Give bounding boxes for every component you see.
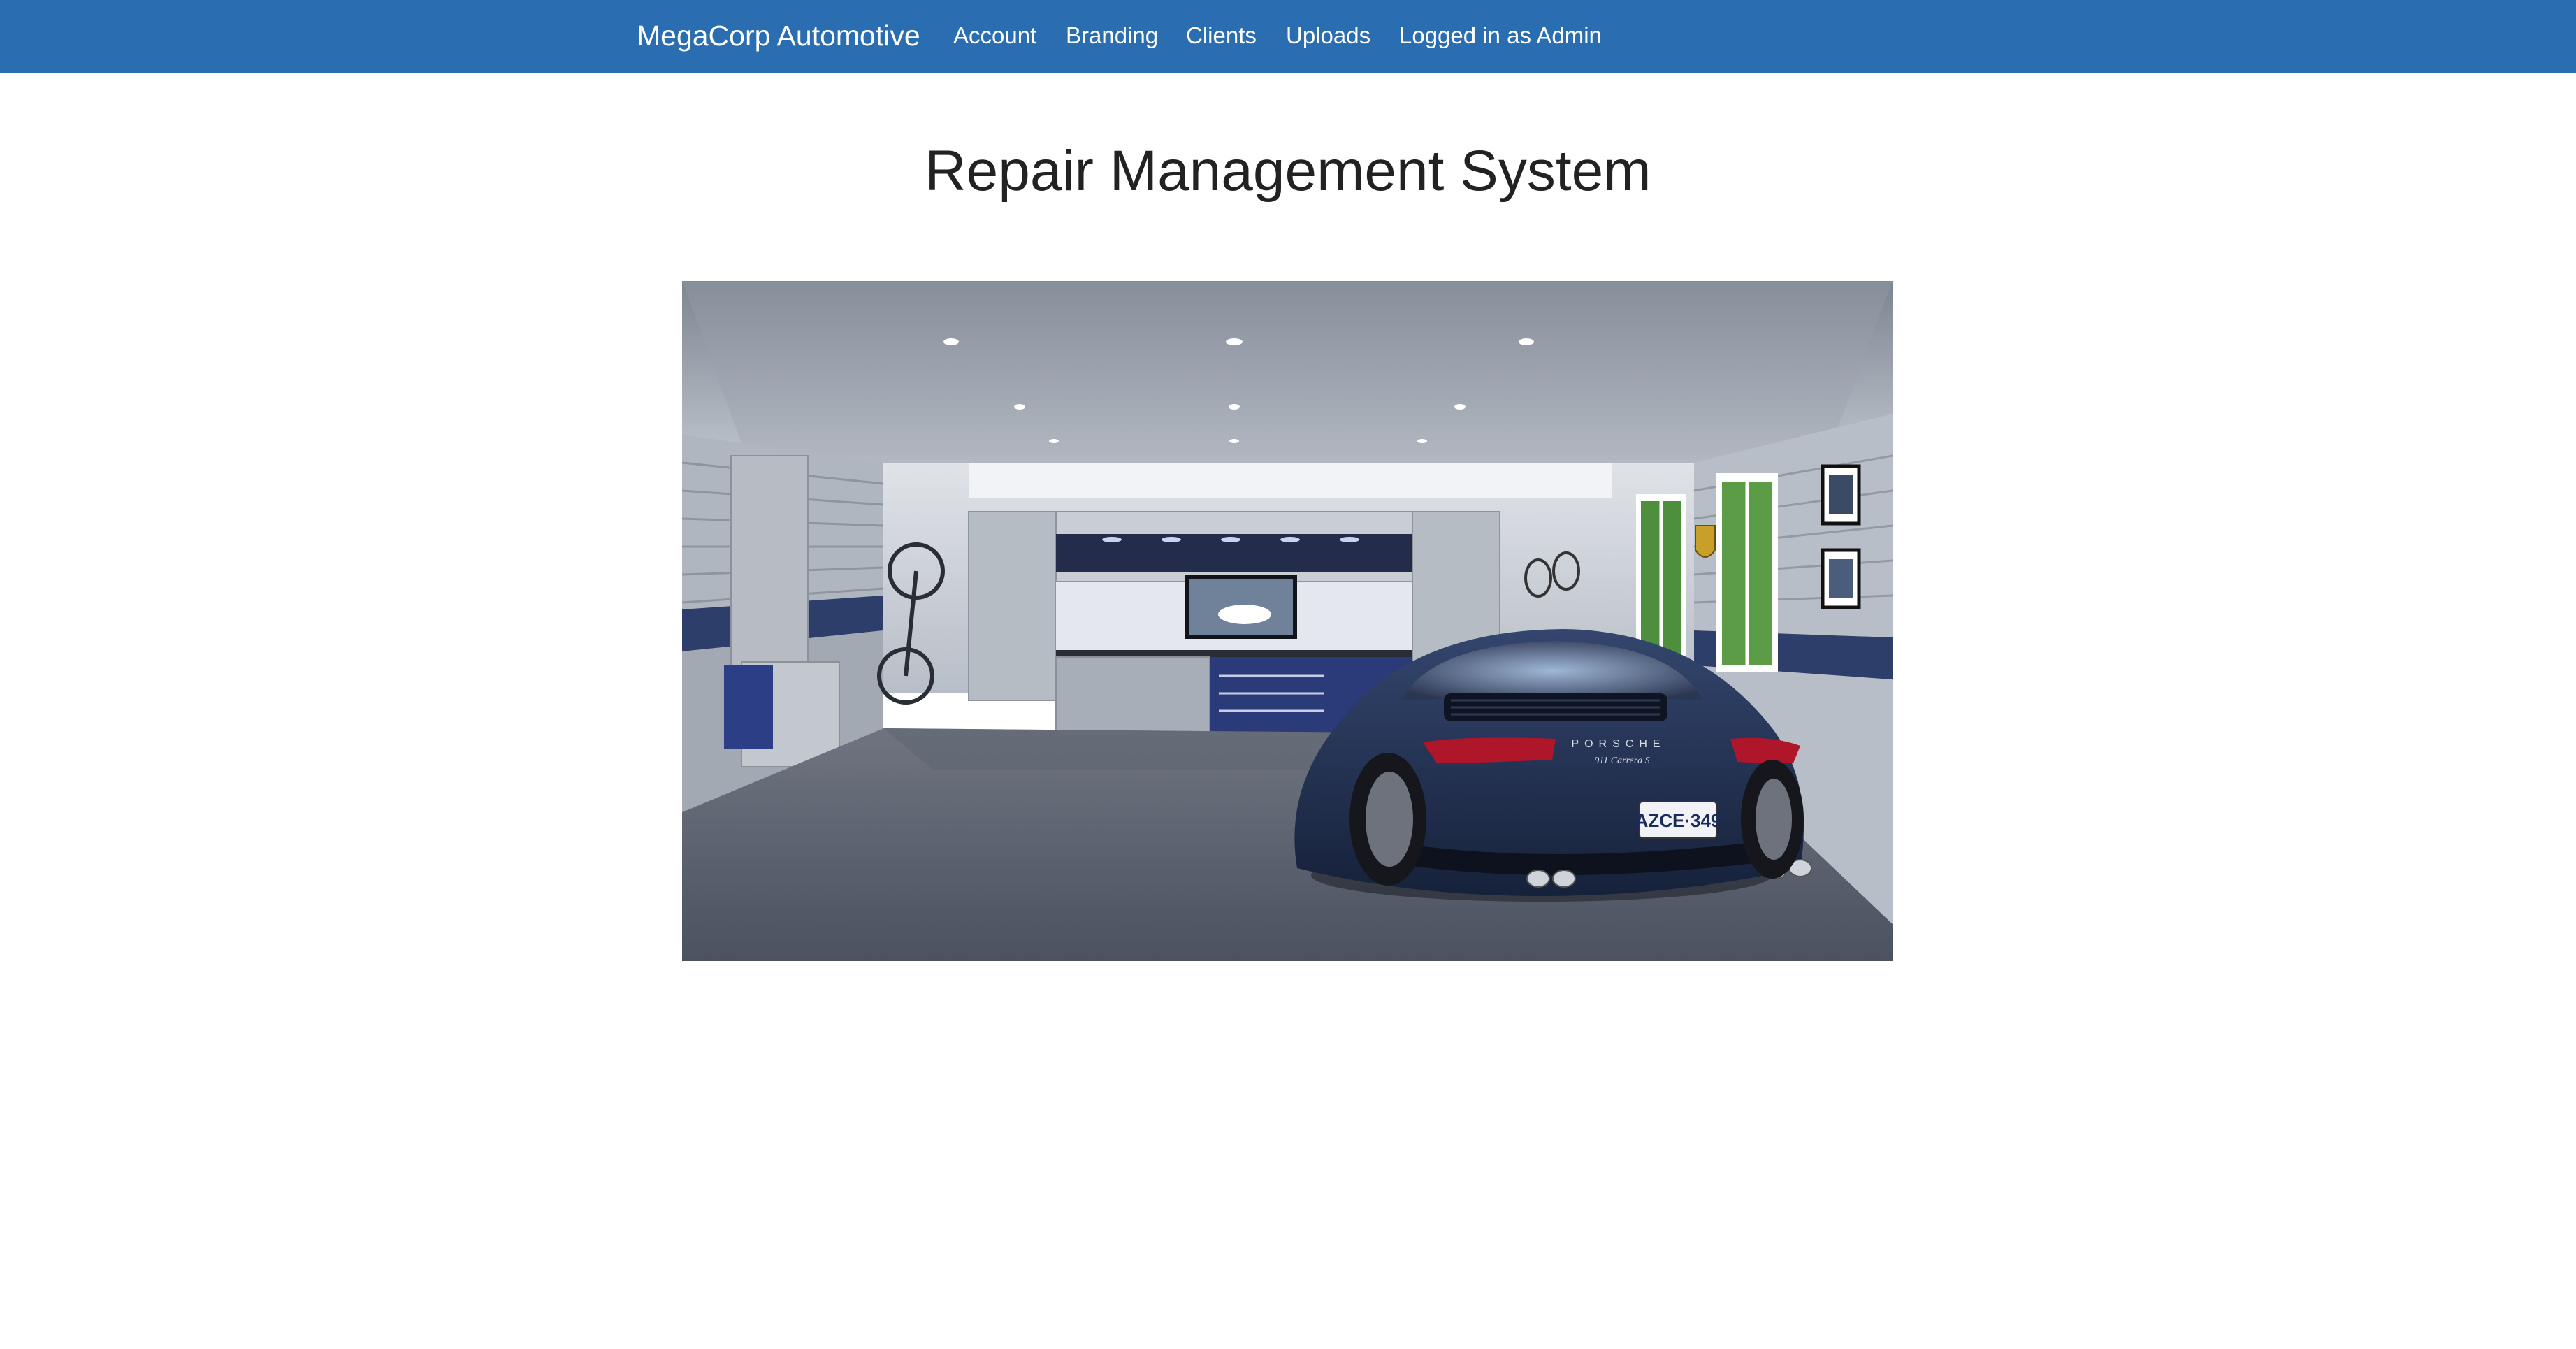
nav-item-uploads[interactable]: Uploads	[1286, 21, 1370, 50]
car-model-text: 911 Carrera S	[1594, 756, 1649, 766]
nav-item-account[interactable]: Account	[953, 21, 1036, 50]
top-navbar: MegaCorp Automotive Account Branding Cli…	[0, 0, 2576, 73]
car-badge-text: PORSCHE	[1571, 738, 1665, 750]
page-title: Repair Management System	[925, 139, 1651, 203]
license-plate-text: AZCE·349	[1635, 810, 1721, 831]
hero-garage-image: PORSCHE 911 Carrera S AZCE·349	[682, 281, 1893, 961]
nav-item-clients[interactable]: Clients	[1186, 21, 1257, 50]
nav-item-branding[interactable]: Branding	[1066, 21, 1158, 50]
brand-link[interactable]: MegaCorp Automotive	[637, 17, 920, 54]
nav-item-logged-in-user[interactable]: Logged in as Admin	[1399, 21, 1602, 50]
